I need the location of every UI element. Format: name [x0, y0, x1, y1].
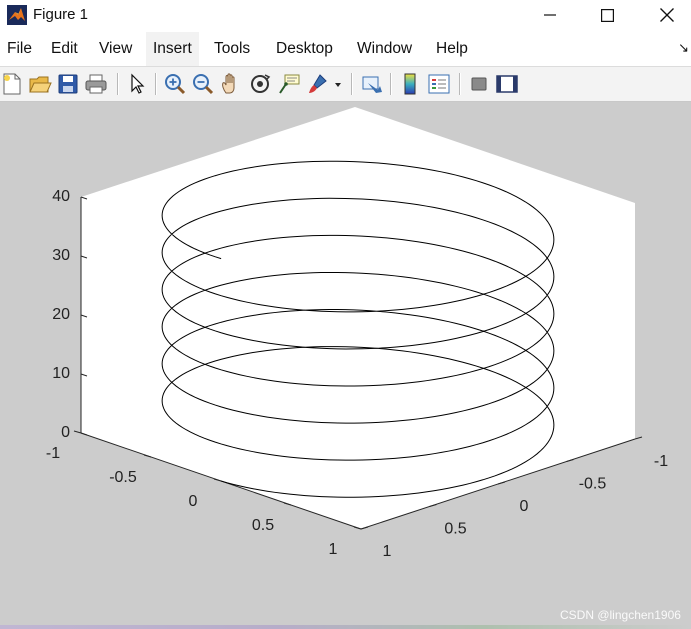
y-tick-label: -1 — [654, 453, 668, 470]
toolbar-separator — [351, 73, 353, 95]
open-file-icon[interactable] — [28, 72, 52, 96]
y-tick-mark — [634, 436, 643, 440]
figure-canvas[interactable]: -1 -0.5 0 0.5 1 -1 -0.5 0 0.5 1 0 10 20 30 40 CSDN @li… — [0, 102, 691, 629]
y-tick-label: 0.5 — [444, 521, 466, 538]
minimize-button[interactable] — [527, 0, 573, 30]
z-tick-label: 0 — [61, 424, 70, 441]
brush-dropdown-icon[interactable] — [332, 72, 344, 96]
menu-file[interactable]: File — [7, 32, 32, 66]
y-tick-label: 0 — [520, 498, 529, 515]
select-arrow-icon[interactable] — [125, 72, 149, 96]
zoom-in-icon[interactable] — [163, 72, 187, 96]
menu-view[interactable]: View — [99, 32, 132, 66]
z-tick-label: 10 — [52, 365, 70, 382]
rotate-3d-icon[interactable] — [248, 72, 272, 96]
maximize-icon — [600, 8, 614, 22]
window-title: Figure 1 — [33, 6, 89, 23]
menu-insert[interactable]: Insert — [146, 32, 199, 66]
pan-hand-icon[interactable] — [219, 72, 243, 96]
show-plot-tools-icon[interactable] — [495, 72, 519, 96]
x-tick-mark — [73, 430, 82, 434]
z-tick-label: 30 — [52, 247, 70, 264]
toolbar-separator — [117, 73, 119, 95]
figure-toolbar — [0, 66, 691, 102]
insert-colorbar-icon[interactable] — [398, 72, 422, 96]
minimize-icon — [544, 14, 556, 16]
z-tick-label: 20 — [52, 306, 70, 323]
data-cursor-icon[interactable] — [277, 72, 301, 96]
z-tick-label: 40 — [52, 188, 70, 205]
close-icon — [660, 8, 674, 22]
y-tick-label: -0.5 — [579, 476, 607, 493]
background-strip — [0, 625, 691, 629]
menu-window[interactable]: Window — [357, 32, 412, 66]
x-tick-label: -0.5 — [109, 469, 137, 486]
brush-icon[interactable] — [306, 72, 330, 96]
toolbar-separator — [390, 73, 392, 95]
axes-3d[interactable]: -1-0.500.51-1-0.500.51010203040 — [0, 102, 691, 629]
watermark-text: CSDN @lingchen1906 — [560, 608, 681, 622]
insert-legend-icon[interactable] — [427, 72, 451, 96]
x-tick-label: 0.5 — [252, 517, 274, 534]
new-figure-icon[interactable] — [0, 72, 24, 96]
link-plot-icon[interactable] — [360, 72, 384, 96]
toolbar-separator — [459, 73, 461, 95]
matlab-logo-icon — [7, 5, 27, 25]
menu-tools[interactable]: Tools — [214, 32, 250, 66]
close-button[interactable] — [644, 0, 690, 30]
menu-help[interactable]: Help — [436, 32, 468, 66]
x-tick-label: 0 — [189, 493, 198, 510]
menu-desktop[interactable]: Desktop — [276, 32, 333, 66]
menu-edit[interactable]: Edit — [51, 32, 78, 66]
print-icon[interactable] — [84, 72, 108, 96]
title-bar: Figure 1 — [0, 0, 691, 30]
toolbar-separator — [155, 73, 157, 95]
y-tick-label: 1 — [383, 543, 392, 560]
maximize-button[interactable] — [584, 0, 630, 30]
save-icon[interactable] — [56, 72, 80, 96]
zoom-out-icon[interactable] — [191, 72, 215, 96]
x-tick-label: -1 — [46, 445, 60, 462]
x-tick-label: 1 — [329, 541, 338, 558]
menu-bar: File Edit View Insert Tools Desktop Wind… — [0, 32, 691, 66]
menu-overflow-icon[interactable]: ↘ — [678, 40, 689, 56]
hide-plot-tools-icon[interactable] — [467, 72, 491, 96]
